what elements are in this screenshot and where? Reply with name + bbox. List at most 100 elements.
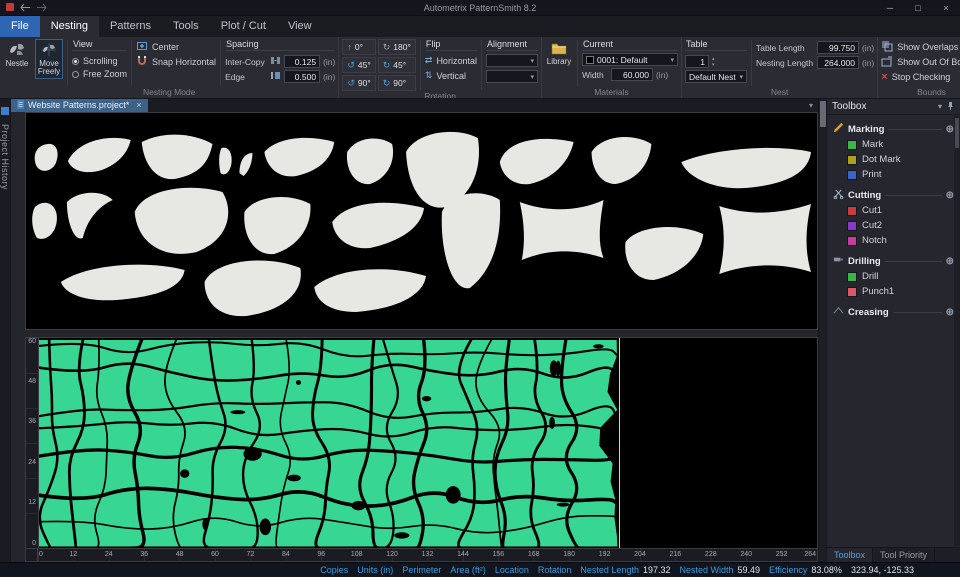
tool-color-swatch — [847, 221, 857, 231]
center-button[interactable]: Center — [136, 39, 216, 54]
maximize-button[interactable]: □ — [904, 0, 932, 15]
toolbox-caret-icon[interactable]: ▾ — [938, 102, 942, 111]
tab-patterns[interactable]: Patterns — [99, 16, 162, 37]
add-tool-icon[interactable]: ⊕ — [946, 307, 954, 318]
alignment-select-2[interactable]: ▾ — [486, 70, 538, 83]
tab-toolbox[interactable]: Toolbox — [827, 548, 873, 562]
tool-color-swatch — [847, 236, 857, 246]
nest-canvas[interactable] — [38, 337, 818, 549]
scissors-icon — [833, 188, 844, 202]
section-header-marking[interactable]: Marking⊕ — [833, 121, 954, 137]
material-width-input[interactable] — [611, 68, 653, 81]
section-header-drilling[interactable]: Drilling⊕ — [833, 253, 954, 269]
stop-icon: × — [881, 72, 887, 82]
add-tool-icon[interactable]: ⊕ — [946, 190, 954, 201]
flip-horizontal-button[interactable]: ⇄Horizontal — [425, 53, 477, 68]
status-item: 323.94, -125.33 — [851, 565, 914, 575]
rotate-90-ccw-button[interactable]: ↺90° — [342, 75, 375, 91]
snap-horizontal-button[interactable]: Snap Horizontal — [136, 54, 216, 69]
ribbon-group-rotation: ↑0° ↺45° ↺90° ↻180° ↻45° ↻90° Flip ⇄Hori… — [339, 37, 542, 98]
section-header-creasing[interactable]: Creasing⊕ — [833, 304, 954, 320]
tool-item-dot-mark[interactable]: Dot Mark — [833, 152, 954, 167]
tool-item-print[interactable]: Print — [833, 167, 954, 182]
rotate-0-button[interactable]: ↑0° — [342, 39, 375, 55]
nestle-button[interactable]: Nestle — [3, 39, 31, 71]
tool-item-cut2[interactable]: Cut2 — [833, 218, 954, 233]
status-item: Efficiency83.08% — [769, 565, 842, 575]
tab-plot-cut[interactable]: Plot / Cut — [210, 16, 277, 37]
toolbox-section-creasing: Creasing⊕ — [833, 304, 954, 320]
radio-scrolling[interactable]: Scrolling — [72, 56, 127, 66]
edge-input[interactable] — [284, 70, 320, 83]
toolbox-scrollbar[interactable] — [954, 116, 960, 546]
tool-item-mark[interactable]: Mark — [833, 137, 954, 152]
rotate-180-button[interactable]: ↻180° — [378, 39, 416, 55]
statusbar: CopiesUnits (in)PerimeterArea (ft²)Locat… — [0, 562, 960, 577]
undo-icon[interactable] — [20, 0, 31, 17]
project-history-strip[interactable]: Project History — [0, 99, 11, 562]
alignment-select-1[interactable]: ▾ — [486, 54, 538, 67]
nest-select[interactable]: Default Nest▾ — [685, 70, 747, 83]
material-select[interactable]: 0001: Default▾ — [582, 53, 678, 66]
inter-copy-input[interactable] — [284, 55, 320, 68]
section-header-cutting[interactable]: Cutting⊕ — [833, 187, 954, 203]
table-panel: Table ▴▾ Default Nest▾ — [685, 39, 747, 83]
current-material-panel: Current 0001: Default▾ Width (in) — [582, 39, 678, 81]
flip-vertical-button[interactable]: ⇅Vertical — [425, 68, 477, 83]
redo-icon[interactable] — [36, 0, 47, 17]
minimize-button[interactable]: ─ — [876, 0, 904, 15]
center-icon — [136, 40, 148, 54]
project-history-icon — [1, 102, 9, 120]
pin-icon[interactable] — [946, 101, 955, 113]
canvas-vertical-scrollbar[interactable] — [818, 99, 826, 562]
move-freely-button[interactable]: Move Freely — [35, 39, 63, 79]
tab-close-icon[interactable]: × — [136, 100, 141, 110]
document-tab[interactable]: Website Patterns.project* × — [11, 99, 148, 112]
tool-item-drill[interactable]: Drill — [833, 269, 954, 284]
toolbox-panel: Toolbox ▾ Marking⊕MarkDot MarkPrint Cutti… — [826, 99, 960, 562]
app-icon — [5, 0, 15, 17]
tool-item-cut1[interactable]: Cut1 — [833, 203, 954, 218]
flip-horizontal-icon: ⇄ — [425, 55, 433, 66]
tab-list-caret-icon[interactable]: ▾ — [804, 101, 818, 110]
rotate-90-cw-button[interactable]: ↻90° — [378, 75, 416, 91]
status-item: Rotation — [538, 565, 572, 575]
material-swatch — [586, 56, 594, 64]
tab-tool-priority[interactable]: Tool Priority — [873, 548, 935, 562]
pattern-canvas[interactable] — [25, 112, 818, 330]
tab-view[interactable]: View — [277, 16, 323, 37]
tab-tools[interactable]: Tools — [162, 16, 210, 37]
inter-copy-icon — [270, 55, 281, 68]
nesting-length-input[interactable] — [817, 56, 859, 69]
close-button[interactable]: × — [932, 0, 960, 15]
rotate-45-cw-button[interactable]: ↻45° — [378, 57, 416, 73]
tool-color-swatch — [847, 287, 857, 297]
table-length-input[interactable] — [817, 41, 859, 54]
tool-color-swatch — [847, 170, 857, 180]
ribbon: Nestle Move Freely View Scrolling Free Z… — [0, 37, 960, 99]
toolbox-section-cutting: Cutting⊕Cut1Cut2Notch — [833, 187, 954, 248]
vertical-ruler: 60483624120 — [25, 337, 38, 549]
document-icon — [17, 100, 24, 111]
add-tool-icon[interactable]: ⊕ — [946, 124, 954, 135]
tab-nesting[interactable]: Nesting — [40, 16, 99, 37]
rotate-cw-icon: ↻ — [383, 60, 391, 71]
tool-color-swatch — [847, 206, 857, 216]
tool-item-notch[interactable]: Notch — [833, 233, 954, 248]
folder-icon — [551, 42, 567, 57]
add-tool-icon[interactable]: ⊕ — [946, 256, 954, 267]
canvas-splitter[interactable] — [25, 330, 818, 337]
show-out-of-bounds-button[interactable]: Show Out Of Bounds — [881, 54, 960, 69]
library-button[interactable]: Library — [545, 39, 573, 69]
tab-file[interactable]: File — [0, 16, 40, 37]
rotate-45-ccw-button[interactable]: ↺45° — [342, 57, 375, 73]
radio-free-zoom[interactable]: Free Zoom — [72, 69, 127, 79]
stop-checking-button[interactable]: × Stop Checking — [881, 69, 960, 84]
status-item: Perimeter — [402, 565, 441, 575]
table-number-input[interactable] — [685, 55, 709, 68]
nestle-icon — [9, 42, 25, 59]
table-spinner[interactable]: ▴▾ — [712, 56, 715, 68]
show-overlaps-button[interactable]: Show Overlaps — [881, 39, 960, 54]
document-tabbar: Website Patterns.project* × ▾ — [11, 99, 818, 112]
tool-item-punch1[interactable]: Punch1 — [833, 284, 954, 299]
